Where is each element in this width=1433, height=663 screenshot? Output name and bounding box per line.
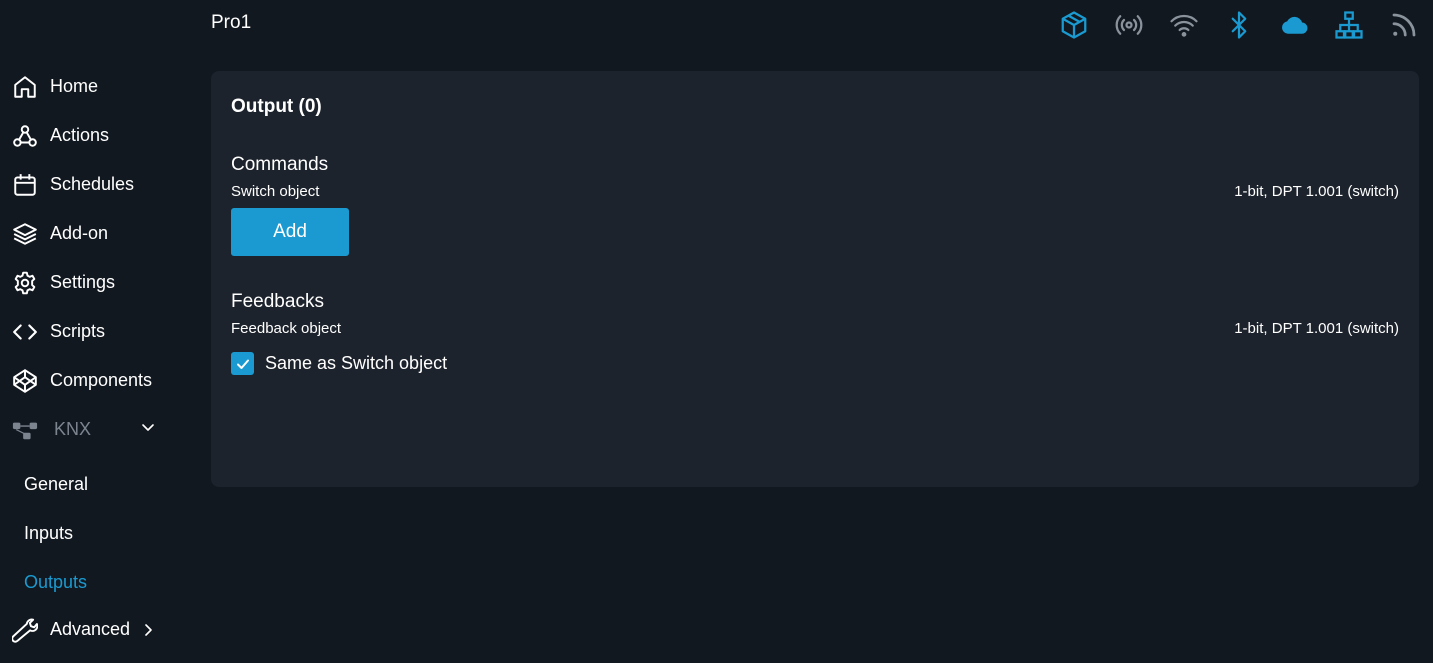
feedbacks-title: Feedbacks — [231, 291, 324, 312]
sidebar-item-schedules[interactable]: Schedules — [0, 160, 190, 209]
sidebar-item-home[interactable]: Home — [0, 62, 190, 111]
switch-object-label: Switch object — [231, 183, 320, 200]
output-card: Output (0) Commands Switch object 1-bit,… — [211, 71, 1419, 487]
sidebar-item-advanced[interactable]: Advanced — [0, 607, 190, 652]
sidebar-item-components[interactable]: Components — [0, 356, 190, 405]
sidebar-item-label: Settings — [50, 272, 116, 292]
same-as-switch-row: Same as Switch object — [231, 352, 447, 375]
sidebar-item-label: Add-on — [50, 223, 109, 243]
network-icon[interactable] — [1334, 10, 1364, 40]
app-root: Pro1 Home Actions Schedules Add-on Setti… — [0, 0, 1433, 663]
sidebar-item-knx[interactable]: KNX — [0, 405, 190, 454]
gear-icon — [12, 270, 38, 296]
feedback-object-type: 1-bit, DPT 1.001 (switch) — [1234, 320, 1399, 337]
sidebar-item-label: Schedules — [50, 174, 135, 194]
layers-icon — [12, 221, 38, 247]
sidebar-item-label: KNX — [54, 419, 92, 439]
wifi-icon[interactable] — [1169, 10, 1199, 40]
knx-icon — [12, 417, 38, 443]
same-as-switch-label: Same as Switch object — [265, 353, 448, 373]
home-icon — [12, 74, 38, 100]
sidebar-subitem-general[interactable]: General — [0, 454, 190, 509]
sidebar-item-scripts[interactable]: Scripts — [0, 307, 190, 356]
bluetooth-icon[interactable] — [1224, 10, 1254, 40]
sidebar-item-label: Scripts — [50, 321, 106, 341]
switch-object-type: 1-bit, DPT 1.001 (switch) — [1234, 183, 1399, 200]
codepen-icon — [12, 368, 38, 394]
cube-icon[interactable] — [1059, 10, 1089, 40]
card-title: Output (0) — [231, 96, 322, 117]
sidebar-subitem-outputs[interactable]: Outputs — [0, 558, 190, 607]
sidebar-item-label: Advanced — [50, 619, 131, 639]
wrench-icon — [12, 617, 38, 643]
sidebar-item-actions[interactable]: Actions — [0, 111, 190, 160]
webhook-icon — [12, 123, 38, 149]
commands-title: Commands — [231, 154, 329, 175]
chevron-down-icon[interactable] — [140, 419, 156, 435]
sidebar: Home Actions Schedules Add-on Settings S… — [0, 62, 190, 652]
cloud-icon[interactable] — [1279, 10, 1309, 40]
broadcast-icon[interactable] — [1114, 10, 1144, 40]
same-as-switch-checkbox[interactable] — [231, 352, 254, 375]
sidebar-item-add-on[interactable]: Add-on — [0, 209, 190, 258]
rss-icon[interactable] — [1389, 10, 1419, 40]
sidebar-item-settings[interactable]: Settings — [0, 258, 190, 307]
sidebar-item-label: Components — [50, 370, 153, 390]
status-icon-bar — [1059, 10, 1419, 40]
sidebar-subitem-inputs[interactable]: Inputs — [0, 509, 190, 558]
sidebar-item-label: Home — [50, 76, 99, 96]
add-button[interactable]: Add — [231, 208, 349, 256]
code-icon — [12, 319, 38, 345]
chevron-right-icon[interactable] — [140, 622, 156, 638]
device-title: Pro1 — [211, 12, 252, 33]
sidebar-item-label: Actions — [50, 125, 110, 145]
calendar-icon — [12, 172, 38, 198]
feedback-object-label: Feedback object — [231, 320, 342, 337]
